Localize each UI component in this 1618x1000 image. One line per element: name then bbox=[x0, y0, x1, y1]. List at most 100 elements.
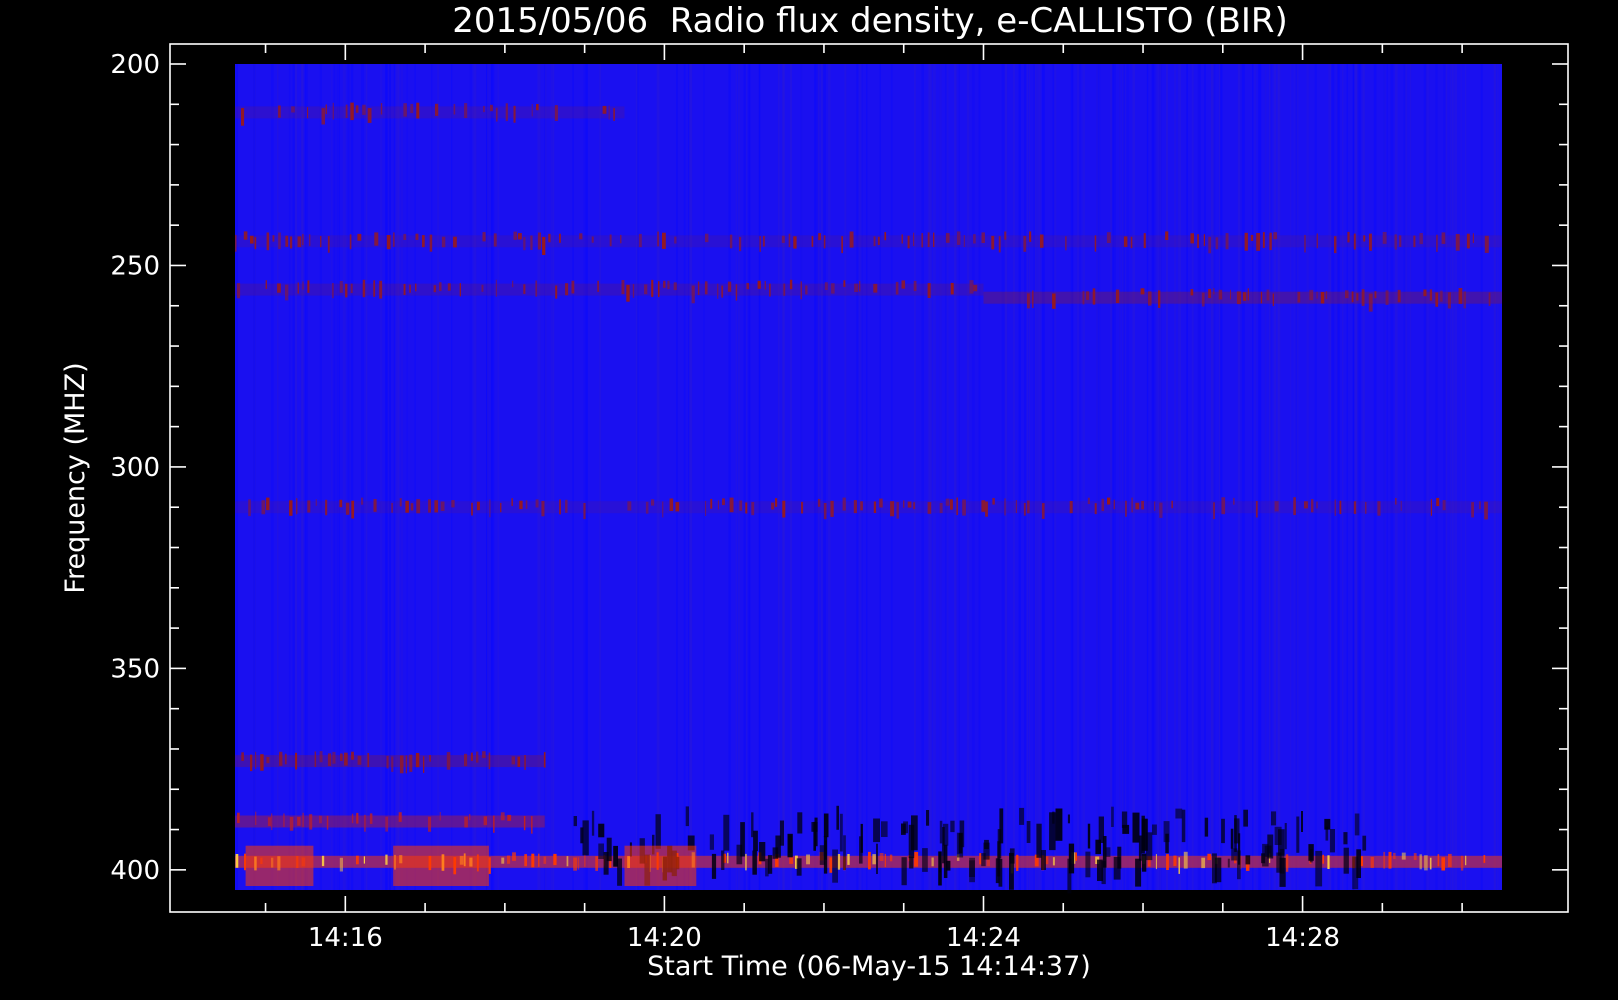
band-streak bbox=[398, 812, 402, 822]
band-streak bbox=[662, 501, 664, 518]
low-flux-streak bbox=[1132, 812, 1140, 843]
band-streak bbox=[1148, 291, 1152, 306]
band-streak bbox=[879, 498, 883, 508]
noise-streak bbox=[1390, 64, 1394, 890]
band-streak bbox=[423, 756, 425, 773]
band-streak bbox=[806, 854, 810, 865]
band-streak bbox=[1069, 501, 1073, 514]
band-streak bbox=[1437, 854, 1440, 867]
band-streak bbox=[1442, 500, 1446, 511]
band-streak bbox=[523, 237, 526, 251]
band-streak bbox=[1399, 235, 1402, 247]
noise-streak bbox=[1123, 64, 1125, 890]
noise-streak bbox=[1151, 64, 1154, 890]
low-flux-streak bbox=[751, 812, 754, 838]
band-streak bbox=[1382, 232, 1387, 244]
band-streak bbox=[1272, 293, 1274, 307]
band-streak bbox=[1266, 289, 1270, 301]
band-streak bbox=[1395, 498, 1397, 505]
band-streak bbox=[1255, 501, 1258, 518]
band-streak bbox=[1388, 851, 1392, 869]
band-streak bbox=[595, 856, 598, 871]
band-streak bbox=[1488, 292, 1491, 306]
band-streak bbox=[235, 234, 237, 252]
band-streak bbox=[309, 814, 313, 830]
band-streak bbox=[535, 280, 538, 297]
band-streak bbox=[1353, 501, 1357, 514]
low-flux-streak bbox=[573, 816, 577, 827]
band-streak bbox=[1158, 290, 1161, 308]
noise-streak bbox=[1423, 64, 1427, 890]
band-streak bbox=[453, 236, 457, 248]
band-streak bbox=[519, 500, 523, 510]
band-streak bbox=[1455, 234, 1460, 251]
band-streak bbox=[493, 233, 497, 247]
low-flux-streak bbox=[881, 821, 888, 837]
noise-streak bbox=[1493, 64, 1495, 890]
band-streak bbox=[907, 235, 910, 249]
band-streak bbox=[1436, 497, 1440, 507]
noise-streak bbox=[1443, 64, 1445, 890]
low-flux-streak bbox=[1230, 828, 1234, 849]
band-streak bbox=[927, 232, 930, 248]
band-streak bbox=[555, 285, 558, 299]
noise-streak bbox=[827, 64, 831, 890]
noise-streak bbox=[971, 64, 975, 890]
band-streak bbox=[907, 501, 912, 508]
band-streak bbox=[859, 280, 861, 292]
noise-streak bbox=[1460, 64, 1463, 890]
band-streak bbox=[1316, 233, 1318, 249]
low-flux-streak bbox=[1234, 818, 1240, 844]
low-flux-streak bbox=[1181, 809, 1186, 843]
band-streak bbox=[1086, 291, 1090, 300]
noise-streak bbox=[822, 64, 826, 890]
band-streak bbox=[481, 284, 484, 292]
noise-streak bbox=[1174, 64, 1176, 890]
band-streak bbox=[789, 857, 794, 864]
band-streak bbox=[1424, 855, 1428, 871]
noise-streak bbox=[1254, 64, 1256, 890]
noise-streak bbox=[1218, 64, 1221, 890]
band-streak bbox=[823, 235, 826, 249]
noise-streak bbox=[676, 64, 678, 890]
low-flux-streak bbox=[1324, 818, 1331, 830]
low-flux-streak bbox=[753, 830, 758, 852]
band-streak bbox=[385, 854, 388, 865]
band-streak bbox=[351, 500, 355, 519]
band-streak bbox=[309, 234, 311, 246]
band-streak bbox=[644, 284, 648, 295]
band-streak bbox=[945, 233, 950, 243]
band-streak bbox=[1190, 289, 1194, 296]
low-flux-streak bbox=[1026, 821, 1031, 843]
low-flux-streak bbox=[772, 847, 779, 859]
low-flux-streak bbox=[598, 843, 604, 859]
band-streak bbox=[1004, 498, 1006, 516]
band-streak bbox=[513, 105, 516, 123]
low-flux-streak bbox=[797, 812, 803, 834]
x-axis-label: Start Time (06-May-15 14:14:37) bbox=[647, 951, 1091, 982]
noise-streak bbox=[1210, 64, 1213, 890]
band-streak bbox=[613, 108, 615, 121]
band-streak bbox=[369, 813, 373, 824]
band-streak bbox=[769, 283, 771, 297]
noise-streak bbox=[683, 64, 686, 890]
band-streak bbox=[505, 103, 508, 122]
band-streak bbox=[422, 235, 425, 248]
band-streak bbox=[979, 853, 982, 865]
low-flux-streak bbox=[1221, 818, 1225, 844]
band-streak bbox=[1236, 291, 1241, 305]
band-streak bbox=[1131, 497, 1133, 513]
band-streak bbox=[464, 816, 468, 828]
band-streak bbox=[658, 281, 660, 298]
band-streak bbox=[1183, 851, 1188, 869]
band-streak bbox=[584, 854, 586, 867]
band-streak bbox=[1361, 289, 1365, 306]
band-streak bbox=[854, 283, 859, 292]
band-streak bbox=[285, 284, 289, 301]
band-streak bbox=[379, 280, 383, 299]
band-streak bbox=[657, 231, 659, 247]
band-streak bbox=[1368, 293, 1373, 312]
band-streak bbox=[289, 500, 293, 516]
noise-streak bbox=[1395, 64, 1398, 890]
band-streak bbox=[998, 236, 1001, 253]
